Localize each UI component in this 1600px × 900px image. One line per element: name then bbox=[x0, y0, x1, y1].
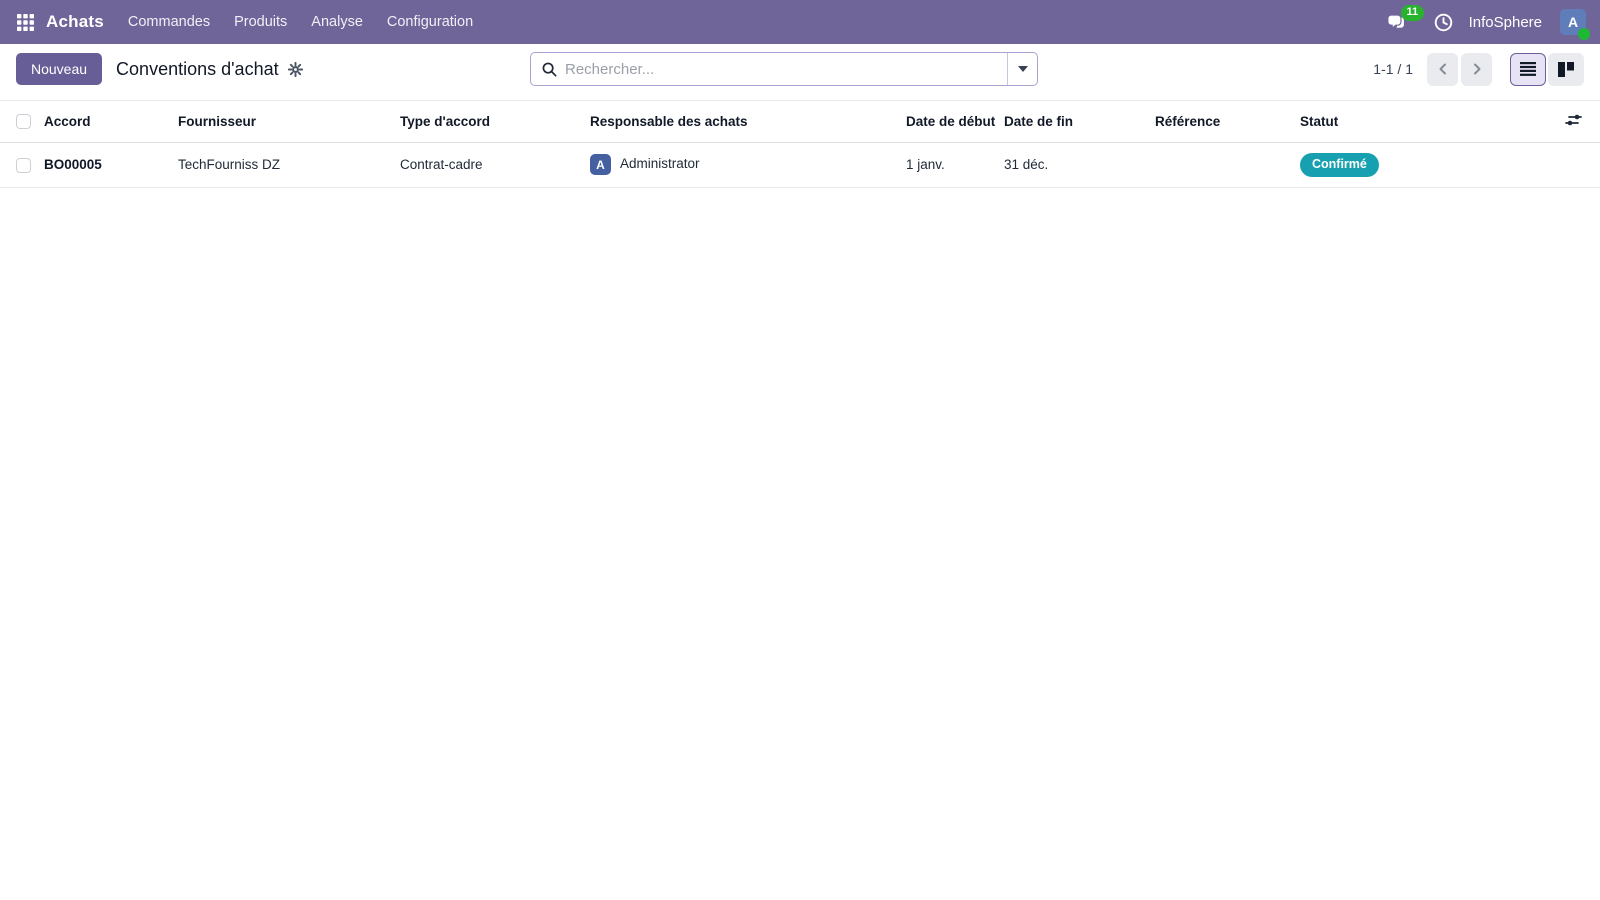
menu-configuration[interactable]: Configuration bbox=[375, 0, 485, 44]
column-header-accord[interactable]: Accord bbox=[44, 100, 178, 143]
optional-columns-icon[interactable] bbox=[1565, 113, 1582, 130]
list-view-button[interactable] bbox=[1510, 52, 1546, 86]
column-header-date-debut[interactable]: Date de début bbox=[906, 100, 1004, 143]
control-panel: Nouveau Conventions d'achat 1-1 / 1 bbox=[0, 44, 1600, 94]
cell-fournisseur[interactable]: TechFourniss DZ bbox=[178, 142, 400, 188]
list-view-icon bbox=[1520, 62, 1536, 76]
select-all-checkbox[interactable] bbox=[16, 114, 31, 130]
cell-type-accord[interactable]: Contrat-cadre bbox=[400, 142, 590, 188]
cell-responsable[interactable]: A Administrator bbox=[590, 142, 906, 188]
app-name[interactable]: Achats bbox=[46, 12, 104, 32]
control-panel-right: 1-1 / 1 bbox=[1373, 52, 1584, 86]
page-title: Conventions d'achat bbox=[116, 58, 279, 79]
systray: 11 InfoSphere A bbox=[1386, 4, 1590, 40]
table-row[interactable]: BO00005 TechFourniss DZ Contrat-cadre AA… bbox=[0, 142, 1600, 188]
pager-previous-button[interactable] bbox=[1427, 52, 1458, 86]
cell-reference[interactable] bbox=[1155, 142, 1300, 188]
cell-date-fin[interactable]: 31 déc. bbox=[1004, 142, 1155, 188]
cell-date-debut[interactable]: 1 janv. bbox=[906, 142, 1004, 188]
company-switcher[interactable]: InfoSphere bbox=[1469, 14, 1542, 31]
menu-produits[interactable]: Produits bbox=[222, 0, 299, 44]
search-icon bbox=[531, 62, 563, 77]
column-header-reference[interactable]: Référence bbox=[1155, 100, 1300, 143]
pager-buttons bbox=[1427, 52, 1492, 86]
top-navbar: Achats Commandes Produits Analyse Config… bbox=[0, 0, 1600, 44]
cell-statut[interactable]: Confirmé bbox=[1300, 142, 1544, 188]
status-badge: Confirmé bbox=[1300, 153, 1379, 177]
search-bar bbox=[530, 52, 1038, 86]
column-header-fournisseur[interactable]: Fournisseur bbox=[178, 100, 400, 143]
table-header-row: Accord Fournisseur Type d'accord Respons… bbox=[0, 100, 1600, 143]
list-view: Accord Fournisseur Type d'accord Respons… bbox=[0, 100, 1600, 188]
apps-grid-icon[interactable] bbox=[8, 5, 42, 39]
responsable-name: Administrator bbox=[620, 156, 700, 172]
column-header-date-fin[interactable]: Date de fin bbox=[1004, 100, 1155, 143]
message-count-badge: 11 bbox=[1400, 4, 1424, 21]
main-menu: Commandes Produits Analyse Configuration bbox=[116, 0, 485, 44]
online-status-dot bbox=[1578, 28, 1590, 40]
kanban-view-button[interactable] bbox=[1548, 52, 1584, 86]
cell-accord[interactable]: BO00005 bbox=[44, 142, 178, 188]
column-header-type-accord[interactable]: Type d'accord bbox=[400, 100, 590, 143]
column-header-responsable[interactable]: Responsable des achats bbox=[590, 100, 906, 143]
user-avatar[interactable]: A bbox=[1560, 9, 1590, 40]
new-button[interactable]: Nouveau bbox=[16, 53, 103, 85]
menu-commandes[interactable]: Commandes bbox=[116, 0, 222, 44]
menu-analyse[interactable]: Analyse bbox=[299, 0, 375, 44]
view-switcher bbox=[1510, 52, 1584, 86]
row-checkbox[interactable] bbox=[16, 157, 31, 173]
search-input[interactable] bbox=[563, 59, 1007, 79]
avatar-initial: A bbox=[1567, 14, 1579, 30]
search-dropdown-caret-icon[interactable] bbox=[1007, 53, 1037, 85]
responsable-avatar: A bbox=[590, 154, 611, 176]
activities-clock-icon[interactable] bbox=[1434, 13, 1453, 32]
pager-counter[interactable]: 1-1 / 1 bbox=[1373, 61, 1413, 77]
pager-next-button[interactable] bbox=[1461, 52, 1492, 86]
column-header-statut[interactable]: Statut bbox=[1300, 100, 1544, 143]
kanban-view-icon bbox=[1558, 61, 1574, 77]
messages-icon[interactable]: 11 bbox=[1386, 4, 1424, 32]
view-settings-gear-icon[interactable] bbox=[286, 60, 305, 79]
